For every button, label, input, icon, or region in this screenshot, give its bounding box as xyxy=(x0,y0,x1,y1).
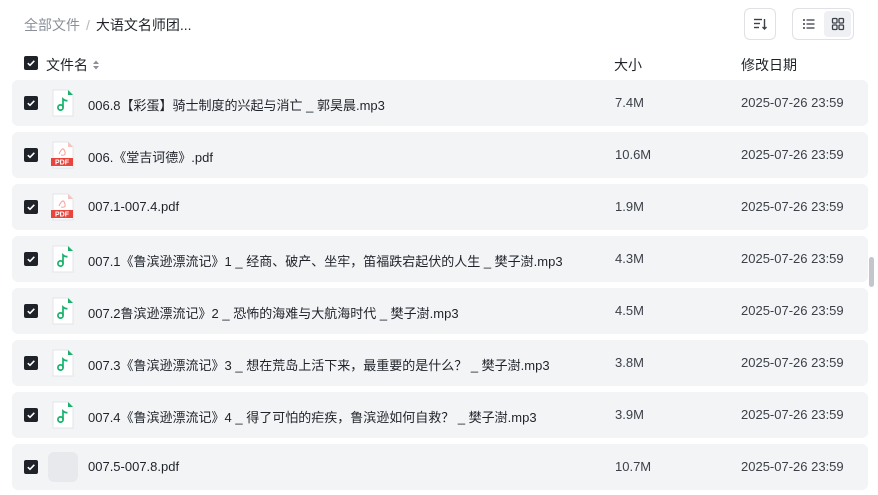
file-icon xyxy=(48,452,78,482)
list-view-icon xyxy=(802,19,814,29)
file-type-icon: PDF xyxy=(48,192,78,222)
pdf-file-icon: PDF xyxy=(51,141,74,169)
sort-toggle-icon xyxy=(93,60,99,70)
file-row[interactable]: 006.8【彩蛋】骑士制度的兴起与消亡 _ 郭昊晨.mp3 7.4M 2025-… xyxy=(12,80,868,126)
file-size: 3.8M xyxy=(615,355,644,370)
file-modified-date: 2025-07-26 23:59 xyxy=(741,199,844,214)
file-size: 4.3M xyxy=(615,251,644,266)
file-row[interactable]: PDF 006.《堂吉诃德》.pdf 10.6M 2025-07-26 23:5… xyxy=(12,132,868,178)
file-type-icon: PDF xyxy=(48,140,78,170)
grid-view-button[interactable] xyxy=(824,11,851,37)
svg-text:PDF: PDF xyxy=(55,160,70,167)
file-row[interactable]: 007.3《鲁滨逊漂流记》3 _ 想在荒岛上活下来，最重要的是什么？ _ 樊子澍… xyxy=(12,340,868,386)
breadcrumb-current-folder: 大语文名师团... xyxy=(95,17,192,33)
checkmark-icon xyxy=(27,308,35,315)
audio-file-icon xyxy=(52,89,74,117)
row-checkbox[interactable] xyxy=(24,200,38,214)
file-type-icon xyxy=(48,400,78,430)
file-name[interactable]: 007.2鲁滨逊漂流记》2 _ 恐怖的海难与大航海时代 _ 樊子澍.mp3 xyxy=(88,303,459,322)
file-name[interactable]: 007.5-007.8.pdf xyxy=(88,459,179,474)
row-checkbox[interactable] xyxy=(24,408,38,422)
sort-button[interactable] xyxy=(744,8,776,40)
file-row[interactable]: PDF 007.1-007.4.pdf 1.9M 2025-07-26 23:5… xyxy=(12,184,868,230)
checkmark-icon xyxy=(27,60,35,67)
file-name[interactable]: 007.1《鲁滨逊漂流记》1 _ 经商、破产、坐牢，笛福跌宕起伏的人生 _ 樊子… xyxy=(88,251,563,270)
column-header-modified[interactable]: 修改日期 xyxy=(741,55,797,75)
row-checkbox[interactable] xyxy=(24,304,38,318)
file-size: 7.4M xyxy=(615,95,644,110)
row-checkbox[interactable] xyxy=(24,96,38,110)
checkmark-icon xyxy=(27,256,35,263)
column-header-name[interactable]: 文件名 xyxy=(46,55,101,75)
file-list: 006.8【彩蛋】骑士制度的兴起与消亡 _ 郭昊晨.mp3 7.4M 2025-… xyxy=(12,80,868,495)
audio-file-icon xyxy=(52,297,74,325)
file-name[interactable]: 007.3《鲁滨逊漂流记》3 _ 想在荒岛上活下来，最重要的是什么？ _ 樊子澍… xyxy=(88,355,550,374)
file-type-icon xyxy=(48,88,78,118)
sort-icon xyxy=(754,18,767,30)
file-modified-date: 2025-07-26 23:59 xyxy=(741,407,844,422)
file-type-icon xyxy=(48,244,78,274)
column-header-name-label: 文件名 xyxy=(46,57,88,73)
checkmark-icon xyxy=(27,412,35,419)
svg-text:PDF: PDF xyxy=(55,212,70,219)
scrollbar-thumb[interactable] xyxy=(869,257,874,287)
file-size: 1.9M xyxy=(615,199,644,214)
checkmark-icon xyxy=(27,152,35,159)
list-view-button[interactable] xyxy=(795,11,822,37)
file-size: 10.7M xyxy=(615,459,652,474)
row-checkbox[interactable] xyxy=(24,460,38,474)
grid-view-icon xyxy=(831,17,844,31)
row-checkbox[interactable] xyxy=(24,148,38,162)
breadcrumb-root-link[interactable]: 全部文件 xyxy=(24,15,80,35)
select-all-checkbox[interactable] xyxy=(24,56,38,70)
checkmark-icon xyxy=(27,464,35,471)
pdf-file-icon: PDF xyxy=(51,193,74,221)
file-name[interactable]: 006.《堂吉诃德》.pdf xyxy=(88,147,213,166)
breadcrumb-separator: / xyxy=(86,17,90,33)
file-row[interactable]: 007.1《鲁滨逊漂流记》1 _ 经商、破产、坐牢，笛福跌宕起伏的人生 _ 樊子… xyxy=(12,236,868,282)
file-modified-date: 2025-07-26 23:59 xyxy=(741,147,844,162)
file-row[interactable]: 007.4《鲁滨逊漂流记》4 _ 得了可怕的疟疾，鲁滨逊如何自救？ _ 樊子澍.… xyxy=(12,392,868,438)
file-size: 3.9M xyxy=(615,407,644,422)
file-row[interactable]: 007.2鲁滨逊漂流记》2 _ 恐怖的海难与大航海时代 _ 樊子澍.mp3 4.… xyxy=(12,288,868,334)
checkmark-icon xyxy=(27,360,35,367)
row-checkbox[interactable] xyxy=(24,356,38,370)
column-header-size[interactable]: 大小 xyxy=(614,55,642,75)
file-size: 10.6M xyxy=(615,147,652,162)
file-type-icon xyxy=(48,348,78,378)
file-modified-date: 2025-07-26 23:59 xyxy=(741,251,844,266)
checkmark-icon xyxy=(27,100,35,107)
view-mode-switch xyxy=(792,8,854,40)
file-type-icon xyxy=(48,452,78,482)
file-modified-date: 2025-07-26 23:59 xyxy=(741,303,844,318)
audio-file-icon xyxy=(52,349,74,377)
toolbar: 全部文件 / 大语文名师团... xyxy=(0,0,878,46)
breadcrumb: 全部文件 / 大语文名师团... xyxy=(24,15,192,35)
file-modified-date: 2025-07-26 23:59 xyxy=(741,355,844,370)
audio-file-icon xyxy=(52,245,74,273)
file-modified-date: 2025-07-26 23:59 xyxy=(741,459,844,474)
file-size: 4.5M xyxy=(615,303,644,318)
checkmark-icon xyxy=(27,204,35,211)
file-name[interactable]: 006.8【彩蛋】骑士制度的兴起与消亡 _ 郭昊晨.mp3 xyxy=(88,95,385,114)
file-modified-date: 2025-07-26 23:59 xyxy=(741,95,844,110)
audio-file-icon xyxy=(52,401,74,429)
file-row[interactable]: 007.5-007.8.pdf 10.7M 2025-07-26 23:59 xyxy=(12,444,868,490)
file-name[interactable]: 007.1-007.4.pdf xyxy=(88,199,179,214)
table-header: 文件名 大小 修改日期 xyxy=(0,46,878,80)
row-checkbox[interactable] xyxy=(24,252,38,266)
file-name[interactable]: 007.4《鲁滨逊漂流记》4 _ 得了可怕的疟疾，鲁滨逊如何自救？ _ 樊子澍.… xyxy=(88,407,537,426)
file-type-icon xyxy=(48,296,78,326)
